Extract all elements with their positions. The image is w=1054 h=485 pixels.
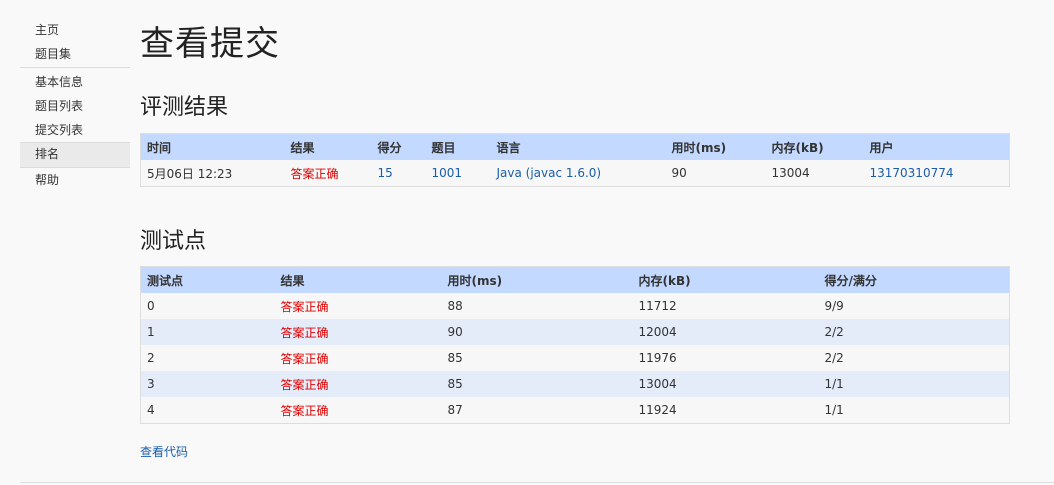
col-header-result: 结果 xyxy=(284,133,372,160)
table-row: 4 答案正确 87 11924 1/1 xyxy=(140,397,1010,424)
view-code-link[interactable]: 查看代码 xyxy=(140,443,188,460)
col-header-test-time: 用时(ms) xyxy=(441,266,633,293)
tests-table: 测试点 结果 用时(ms) 内存(kB) 得分/满分 0 答案正确 88 117… xyxy=(140,266,1010,424)
test-time: 85 xyxy=(441,345,633,371)
test-result: 答案正确 xyxy=(274,397,442,424)
col-header-user: 用户 xyxy=(863,133,1010,160)
nav-item-ranking[interactable]: 排名 xyxy=(20,142,130,168)
table-row: 1 答案正确 90 12004 2/2 xyxy=(140,319,1010,345)
nav-item-submission-list[interactable]: 提交列表 xyxy=(20,118,130,142)
test-result: 答案正确 xyxy=(274,293,442,319)
footer-divider xyxy=(20,482,1054,483)
tests-table-header: 测试点 结果 用时(ms) 内存(kB) 得分/满分 xyxy=(140,266,1010,293)
col-header-time: 时间 xyxy=(140,133,285,160)
test-score: 1/1 xyxy=(818,371,1010,397)
result-status: 答案正确 xyxy=(284,160,372,187)
result-table-header: 时间 结果 得分 题目 语言 用时(ms) 内存(kB) 用户 xyxy=(140,133,1010,160)
test-result: 答案正确 xyxy=(274,345,442,371)
nav-item-problem-list[interactable]: 题目列表 xyxy=(20,94,130,118)
problem-link[interactable]: 1001 xyxy=(432,166,463,180)
test-memory: 11924 xyxy=(632,397,819,424)
test-memory: 11976 xyxy=(632,345,819,371)
table-row: 3 答案正确 85 13004 1/1 xyxy=(140,371,1010,397)
table-row: 2 答案正确 85 11976 2/2 xyxy=(140,345,1010,371)
test-score: 2/2 xyxy=(818,319,1010,345)
col-header-problem: 题目 xyxy=(425,133,491,160)
nav-group-main: 主页 题目集 xyxy=(20,18,130,68)
test-time: 88 xyxy=(441,293,633,319)
test-id: 2 xyxy=(140,345,275,371)
test-time: 87 xyxy=(441,397,633,424)
test-result: 答案正确 xyxy=(274,319,442,345)
result-heading: 评测结果 xyxy=(140,95,229,120)
time-ms: 90 xyxy=(665,160,766,187)
nav-item-basic-info[interactable]: 基本信息 xyxy=(20,70,130,94)
page-title: 查看提交 xyxy=(140,24,280,64)
col-header-time-ms: 用时(ms) xyxy=(665,133,766,160)
submit-time: 5月06日 12:23 xyxy=(140,160,285,187)
user-link[interactable]: 13170310774 xyxy=(870,166,954,180)
test-id: 0 xyxy=(140,293,275,319)
nav-item-problem-sets[interactable]: 题目集 xyxy=(20,42,130,66)
test-memory: 11712 xyxy=(632,293,819,319)
table-row: 5月06日 12:23 答案正确 15 1001 Java (javac 1.6… xyxy=(140,160,1010,187)
test-memory: 13004 xyxy=(632,371,819,397)
nav-item-home[interactable]: 主页 xyxy=(20,18,130,42)
test-id: 4 xyxy=(140,397,275,424)
score-link[interactable]: 15 xyxy=(378,166,393,180)
table-row: 0 答案正确 88 11712 9/9 xyxy=(140,293,1010,319)
col-header-test-score: 得分/满分 xyxy=(818,266,1010,293)
test-score: 9/9 xyxy=(818,293,1010,319)
nav-group-problem-set: 基本信息 题目列表 提交列表 排名 帮助 xyxy=(20,70,130,192)
sidebar-nav: 主页 题目集 基本信息 题目列表 提交列表 排名 帮助 xyxy=(20,18,130,192)
col-header-test-result: 结果 xyxy=(274,266,442,293)
nav-item-help[interactable]: 帮助 xyxy=(20,168,130,192)
test-time: 85 xyxy=(441,371,633,397)
memory-kb: 13004 xyxy=(765,160,864,187)
result-table: 时间 结果 得分 题目 语言 用时(ms) 内存(kB) 用户 5月06日 12… xyxy=(140,133,1010,187)
col-header-test-id: 测试点 xyxy=(140,266,275,293)
test-id: 3 xyxy=(140,371,275,397)
col-header-test-memory: 内存(kB) xyxy=(632,266,819,293)
col-header-language: 语言 xyxy=(490,133,666,160)
language-link[interactable]: Java (javac 1.6.0) xyxy=(497,166,602,180)
test-memory: 12004 xyxy=(632,319,819,345)
test-time: 90 xyxy=(441,319,633,345)
col-header-score: 得分 xyxy=(371,133,426,160)
test-score: 1/1 xyxy=(818,397,1010,424)
test-id: 1 xyxy=(140,319,275,345)
tests-heading: 测试点 xyxy=(140,229,207,254)
test-score: 2/2 xyxy=(818,345,1010,371)
test-result: 答案正确 xyxy=(274,371,442,397)
col-header-memory: 内存(kB) xyxy=(765,133,864,160)
